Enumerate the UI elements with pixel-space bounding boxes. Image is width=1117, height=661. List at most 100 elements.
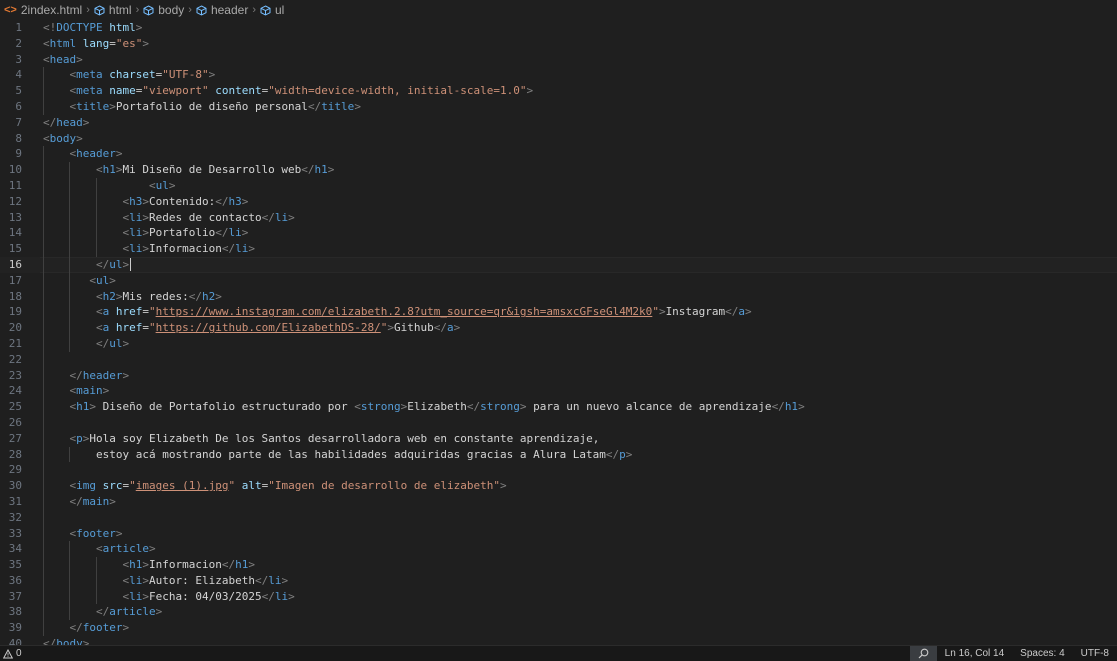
code-line[interactable]: 15 <li>Informacion</li>	[0, 241, 1117, 257]
code-text: <main>	[69, 384, 110, 398]
code-line[interactable]: 26	[0, 414, 1117, 431]
code-line[interactable]: 17 <ul>	[0, 272, 1117, 289]
code-line[interactable]: 7 </head>	[0, 115, 1117, 131]
code-line[interactable]: 11 <ul>	[0, 177, 1117, 194]
line-number: 30	[8, 479, 22, 493]
line-number: 37	[8, 589, 22, 603]
code-line[interactable]: 23 </header>	[0, 367, 1117, 384]
line-number: 12	[8, 194, 22, 208]
code-line[interactable]: 39 </footer>	[0, 620, 1117, 637]
line-number: 32	[8, 510, 22, 524]
code-text: <li>Autor: Elizabeth</li>	[122, 573, 289, 587]
code-line[interactable]: 1 <!DOCTYPE html>	[0, 20, 1117, 36]
code-text: <html lang="es">	[43, 36, 149, 50]
code-line[interactable]: 10 <h1>Mi Diseño de Desarrollo web</h1>	[0, 162, 1117, 178]
breadcrumb-body[interactable]: body	[143, 3, 184, 17]
symbol-box-icon	[196, 4, 207, 16]
code-line[interactable]: 8 <body>	[0, 131, 1117, 147]
line-number: 18	[8, 289, 22, 303]
code-line[interactable]: 36 <li>Autor: Elizabeth</li>	[0, 572, 1117, 589]
line-number: 38	[8, 605, 22, 619]
indent-guide	[43, 462, 44, 479]
breadcrumb-file[interactable]: <> 2index.html	[4, 3, 82, 17]
line-number: 14	[8, 226, 22, 240]
line-number: 1	[15, 21, 22, 34]
code-text: estoy acá mostrando parte de las habilid…	[95, 447, 633, 461]
breadcrumb-ul[interactable]: ul	[260, 3, 284, 17]
code-text: <title>Portafolio de diseño personal</ti…	[69, 99, 361, 113]
encoding-setting[interactable]: UTF-8	[1073, 646, 1117, 661]
indent-guide	[43, 414, 44, 431]
code-text: <ul>	[89, 273, 116, 287]
code-line[interactable]: 22	[0, 351, 1117, 368]
line-number: 39	[8, 621, 22, 635]
line-number: 9	[15, 147, 22, 161]
breadcrumb-html-label: html	[108, 3, 132, 17]
code-line[interactable]: 13 <li>Redes de contacto</li>	[0, 209, 1117, 226]
cursor-position[interactable]: Ln 16, Col 14	[937, 646, 1013, 661]
problems-indicator[interactable]: 0	[0, 648, 22, 659]
code-text: </main>	[69, 494, 116, 508]
code-text: </header>	[69, 368, 130, 382]
code-text: <footer>	[69, 526, 123, 540]
indentation-setting[interactable]: Spaces: 4	[1012, 646, 1072, 661]
code-line[interactable]: 2 <html lang="es">	[0, 36, 1117, 52]
code-line[interactable]: 30 <img src="images (1).jpg" alt="Imagen…	[0, 478, 1117, 494]
code-line[interactable]: 14 <li>Portafolio</li>	[0, 225, 1117, 242]
code-line[interactable]: 38 </article>	[0, 604, 1117, 621]
code-line[interactable]: 3 <head>	[0, 52, 1117, 68]
zoom-button[interactable]	[909, 646, 937, 661]
line-number: 23	[8, 368, 22, 382]
line-number: 29	[8, 463, 22, 477]
line-number: 13	[8, 210, 22, 224]
code-line[interactable]: 5 <meta name="viewport" content="width=d…	[0, 83, 1117, 99]
line-number: 10	[8, 163, 22, 177]
chevron-right-icon: ›	[188, 4, 192, 16]
code-text: </article>	[95, 605, 163, 619]
code-line[interactable]: 16 </ul>	[0, 256, 1117, 273]
breadcrumb-ul-label: ul	[275, 3, 285, 17]
symbol-box-icon	[260, 4, 271, 16]
code-line[interactable]: 18 <h2>Mis redes:</h2>	[0, 288, 1117, 305]
code-line[interactable]: 21 </ul>	[0, 335, 1117, 352]
chevron-right-icon: ›	[252, 4, 256, 16]
code-line[interactable]: 40 </body>	[0, 636, 1117, 645]
code-line[interactable]: 37 <li>Fecha: 04/03/2025</li>	[0, 588, 1117, 605]
line-number: 4	[15, 68, 22, 82]
chevron-right-icon: ›	[135, 4, 140, 16]
code-line[interactable]: 12 <h3>Contenido:</h3>	[0, 193, 1117, 210]
line-number: 19	[8, 305, 22, 319]
code-line[interactable]: 19 <a href="https://www.instagram.com/el…	[0, 304, 1117, 321]
code-text: </footer>	[69, 621, 130, 635]
code-line[interactable]: 27 <p>Hola soy Elizabeth De los Santos d…	[0, 430, 1117, 447]
line-number: 27	[8, 431, 22, 445]
line-number: 22	[8, 352, 22, 366]
code-line[interactable]: 4 <meta charset="UTF-8">	[0, 67, 1117, 84]
code-text: <ul>	[148, 178, 176, 192]
code-line[interactable]: 33 <footer>	[0, 525, 1117, 542]
code-line[interactable]: 9 <header>	[0, 146, 1117, 163]
code-text: <body>	[43, 131, 83, 145]
code-line[interactable]: 20 <a href="https://github.com/Elizabeth…	[0, 320, 1117, 336]
line-number: 36	[8, 573, 22, 587]
line-number: 17	[8, 273, 22, 287]
code-text: <li>Fecha: 04/03/2025</li>	[122, 589, 295, 603]
code-line[interactable]: 29	[0, 462, 1117, 479]
breadcrumb-html[interactable]: html	[94, 3, 132, 17]
code-text: </head>	[43, 115, 90, 129]
code-line[interactable]: 24 <main>	[0, 383, 1117, 400]
line-number: 34	[8, 542, 22, 556]
code-editor[interactable]: 1 <!DOCTYPE html> 2 <html lang="es"> 3 <head>…	[0, 20, 1117, 645]
symbol-box-icon	[143, 4, 154, 16]
code-line[interactable]: 35 <h1>Informacion</h1>	[0, 557, 1117, 573]
code-line[interactable]: 25 <h1> Diseño de Portafolio estructurad…	[0, 399, 1117, 415]
breadcrumb-header[interactable]: header	[196, 3, 248, 17]
code-text: <!DOCTYPE html>	[43, 21, 143, 34]
code-line[interactable]: 32	[0, 509, 1117, 526]
code-text: <p>Hola soy Elizabeth De los Santos desa…	[69, 431, 600, 445]
code-line[interactable]: 31 </main>	[0, 493, 1117, 510]
line-number: 6	[15, 99, 22, 113]
code-line[interactable]: 34 <article>	[0, 541, 1117, 558]
code-line[interactable]: 28 estoy acá mostrando parte de las habi…	[0, 446, 1117, 463]
code-line[interactable]: 6 <title>Portafolio de diseño personal</…	[0, 98, 1117, 115]
